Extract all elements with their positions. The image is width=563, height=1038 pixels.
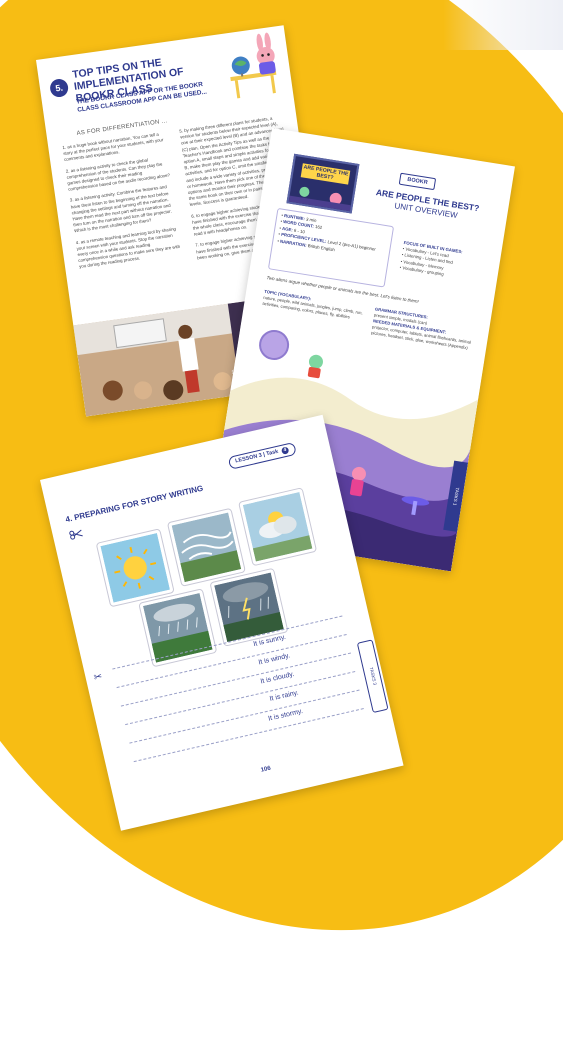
bookr-logo: BOOKR [398,172,437,191]
cloud-icon [242,491,313,562]
weather-card-windy [166,507,246,587]
wind-icon [171,512,242,583]
page-number: 106 [260,765,272,774]
scissors-icon [69,529,83,540]
activity-number: 4. [64,513,74,525]
background-fade [443,0,563,50]
weather-card-sunny [95,528,175,608]
lesson-badge: LESSON 3 | Task 4 [227,441,297,470]
rabbit-globe-illustration [230,32,277,99]
book-cover-thumbnail: ARE PEOPLE THE BEST? [286,153,360,214]
games-focus: FOCUS OF BUILT IN GAMES: • Vocabulary - … [399,240,493,285]
activity-title: PREPARING FOR STORY WRITING [73,483,205,523]
weather-card-cloudy [238,487,318,567]
tips-column-left: 1. as a huge book without narration. You… [62,131,183,276]
alien-cover-art [288,186,351,212]
unit-details-box: • RUNTIME: 3 min • WORD COUNT: 162 • AGE… [267,207,395,288]
section-number-badge: 5. [48,77,70,99]
scissors-icon: ✂ [92,671,104,684]
sun-icon [100,533,170,603]
